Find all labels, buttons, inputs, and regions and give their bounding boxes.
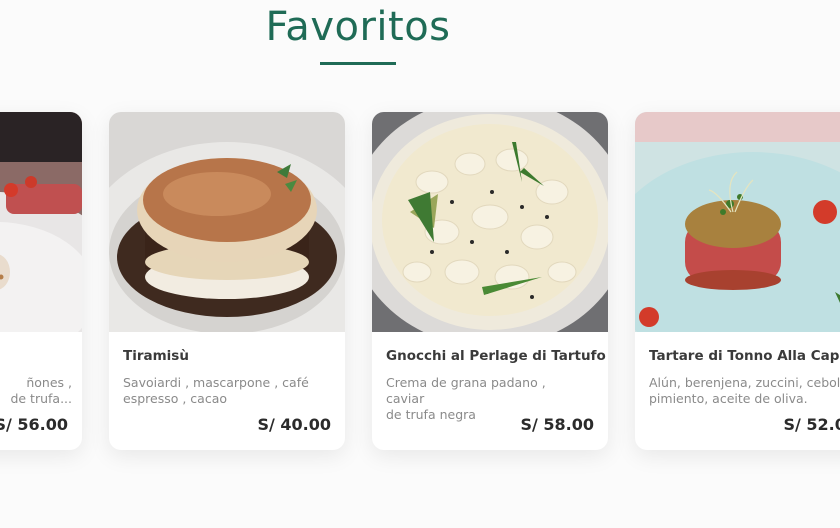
- tiramisu-image[interactable]: [109, 112, 345, 332]
- dish-description-line: Crema de grana padano , caviar: [386, 375, 546, 406]
- dish-description-line: espresso , cacao: [123, 391, 227, 406]
- dish-price: S/ 52.00: [783, 415, 840, 434]
- dish-price: S/ 56.00: [0, 415, 68, 434]
- dish-description-line: ñones ,: [26, 375, 72, 390]
- dish-name: Tartare di Tonno Alla Capona: [649, 348, 840, 364]
- dish-description: Savoiardi , mascarpone , café espresso ,…: [123, 375, 323, 407]
- dish-name: Gnocchi al Perlage di Tartufo: [386, 348, 606, 364]
- dish-description-line: Savoiardi , mascarpone , café: [123, 375, 309, 390]
- dish-card[interactable]: Tartare di Tonno Alla Capona Alún, beren…: [635, 112, 840, 450]
- plated-dish-image[interactable]: [0, 112, 82, 332]
- dish-price: S/ 58.00: [520, 415, 594, 434]
- favorites-carousel[interactable]: ñones , de trufa... S/ 56.00 Tiramisù Sa…: [0, 0, 840, 528]
- dish-name: Tiramisù: [123, 348, 189, 364]
- dish-card[interactable]: Gnocchi al Perlage di Tartufo Crema de g…: [372, 112, 608, 450]
- dish-description-line: pimiento, aceite de oliva.: [649, 391, 808, 406]
- dish-description-line: Alún, berenjena, zuccini, cebolla,: [649, 375, 840, 390]
- dish-description: Alún, berenjena, zuccini, cebolla, pimie…: [649, 375, 840, 407]
- dish-price: S/ 40.00: [257, 415, 331, 434]
- dish-card[interactable]: Tiramisù Savoiardi , mascarpone , café e…: [109, 112, 345, 450]
- tartare-image[interactable]: [635, 112, 840, 332]
- dish-description-line: de trufa...: [10, 391, 72, 406]
- gnocchi-image[interactable]: [372, 112, 608, 332]
- dish-description: ñones , de trufa...: [10, 375, 72, 407]
- dish-card[interactable]: ñones , de trufa... S/ 56.00: [0, 112, 82, 450]
